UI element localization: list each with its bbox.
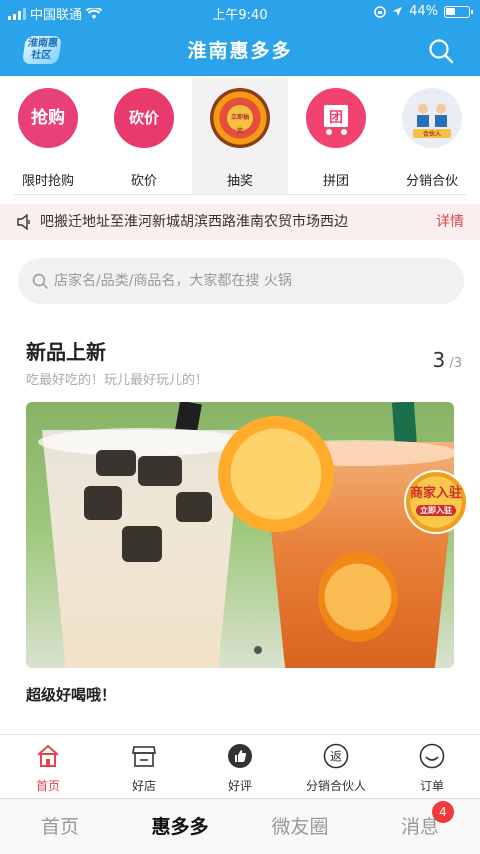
category-label: 限时抢购 — [21, 174, 74, 189]
divider — [14, 194, 466, 195]
search-placeholder: 店家名/品类/商品名，大家都在搜 火锅 — [54, 273, 292, 289]
search-icon — [32, 273, 48, 289]
carousel-dot[interactable] — [254, 646, 262, 654]
orange-slice — [318, 552, 398, 642]
tab-label: 好店 — [131, 779, 156, 793]
category-label: 分销合伙 — [405, 174, 458, 189]
category-flash-sale[interactable]: 抢购 限时抢购 — [0, 78, 96, 194]
orange-slice — [218, 416, 334, 532]
thumbs-up-icon — [228, 744, 252, 768]
svg-text:团: 团 — [329, 110, 343, 126]
shop-icon — [132, 746, 156, 767]
status-bar: 中国联通 上午9:40 44% — [0, 0, 480, 24]
speaker-icon — [17, 214, 30, 230]
category-partner[interactable]: 合伙人 分销合伙 — [384, 78, 480, 194]
tab-label: 分销合伙人 — [305, 779, 366, 793]
jelly — [84, 486, 122, 520]
page-total: /3 — [449, 356, 462, 371]
smile-icon — [419, 743, 445, 769]
tab-good-shops[interactable]: 好店 — [96, 735, 192, 799]
group-buy-cart-icon: 团 — [306, 88, 366, 148]
tab-home[interactable]: 首页 — [0, 735, 96, 799]
nav-huiduoduo[interactable]: 惠多多 — [120, 799, 240, 854]
lottery-wheel-icon: 立即抽奖 — [210, 88, 270, 148]
join-now-label: 立即入驻 — [416, 505, 456, 516]
tab-label: 首页 — [35, 779, 60, 793]
section-title: 新品上新 — [26, 340, 106, 364]
inner-tab-bar: 首页 好店 好评 返 分销合伙人 订单 — [0, 734, 480, 798]
category-bargain[interactable]: 砍价 砍价 — [96, 78, 192, 194]
cup-rim — [38, 428, 246, 456]
category-row: 抢购 限时抢购 砍价 砍价 立即抽奖 抽奖 团 拼团 合伙人 分销合伙 — [0, 78, 480, 194]
jelly — [138, 456, 182, 486]
banner-image[interactable] — [26, 402, 454, 668]
merchant-join-badge[interactable]: 商家入驻 立即入驻 — [404, 470, 468, 534]
tab-label: 订单 — [419, 779, 444, 793]
nav-moments[interactable]: 微友圈 — [240, 799, 360, 854]
battery-percent: 44% — [409, 4, 438, 19]
tab-partner[interactable]: 返 分销合伙人 — [288, 735, 384, 799]
nav-home[interactable]: 首页 — [0, 799, 120, 854]
top-bar: 中国联通 上午9:40 44% 淮南惠社区 淮南惠多多 — [0, 0, 480, 76]
svg-text:返: 返 — [330, 750, 342, 764]
category-label: 拼团 — [322, 174, 349, 189]
battery-icon — [444, 5, 473, 18]
unread-badge: 4 — [432, 801, 454, 823]
tab-orders[interactable]: 订单 — [384, 735, 480, 799]
page-indicator: 3 /3 — [432, 348, 462, 372]
category-label: 砍价 — [130, 174, 157, 189]
search-input[interactable]: 店家名/品类/商品名，大家都在搜 火锅 — [18, 258, 464, 304]
notice-bar[interactable]: 吧搬迁地址至淮河新城胡滨西路淮南农贸市场西边 详情 — [0, 204, 480, 240]
page-current: 3 — [432, 348, 446, 372]
lock-rotation-icon — [374, 5, 386, 18]
partner-people-icon: 合伙人 — [402, 88, 462, 148]
location-icon — [393, 7, 403, 16]
outer-nav-bar: 首页 惠多多 微友圈 消息 4 — [0, 798, 480, 854]
bargain-icon: 砍价 — [114, 88, 174, 148]
notice-text: 吧搬迁地址至淮河新城胡滨西路淮南农贸市场西边 — [40, 214, 348, 230]
category-lottery[interactable]: 立即抽奖 抽奖 — [192, 78, 288, 194]
notice-detail-link[interactable]: 详情 — [436, 204, 464, 240]
rebate-icon: 返 — [323, 743, 349, 769]
merchant-join-text: 商家入驻 — [410, 486, 463, 501]
flash-sale-icon: 抢购 — [18, 88, 78, 148]
search-icon[interactable] — [428, 38, 454, 64]
page-title: 淮南惠多多 — [187, 40, 293, 62]
svg-text:合伙人: 合伙人 — [423, 130, 442, 138]
category-label: 抽奖 — [226, 174, 253, 189]
tab-reviews[interactable]: 好评 — [192, 735, 288, 799]
nav-messages[interactable]: 消息 4 — [360, 799, 480, 854]
jelly — [176, 492, 212, 522]
jelly — [122, 526, 162, 562]
jelly — [96, 450, 136, 476]
home-icon — [37, 744, 59, 767]
tab-label: 好评 — [227, 779, 252, 793]
banner-caption: 超级好喝哦！ — [26, 686, 117, 704]
nav-messages-label: 消息 — [400, 816, 439, 838]
section-subtitle: 吃最好吃的！玩儿最好玩儿的！ — [26, 373, 209, 388]
category-group-buy[interactable]: 团 拼团 — [288, 78, 384, 194]
